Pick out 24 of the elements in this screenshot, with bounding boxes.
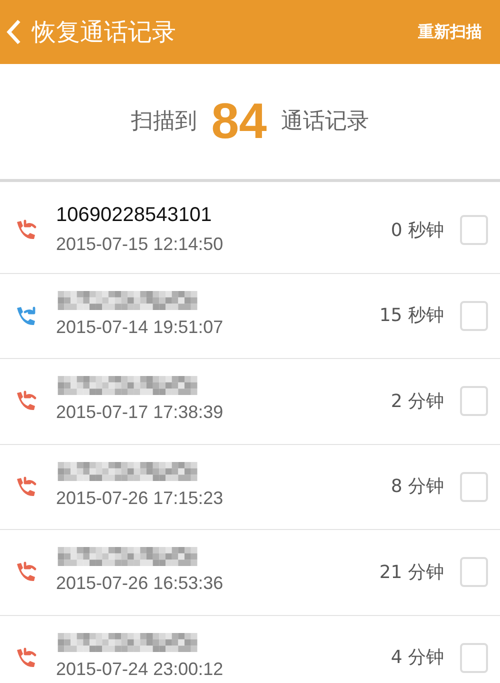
select-checkbox[interactable] — [460, 557, 488, 588]
call-duration: 8 分钟 — [390, 475, 444, 500]
call-time: 2015-07-17 17:38:39 — [56, 401, 224, 424]
summary-label: 通话记录 — [280, 108, 369, 136]
select-checkbox[interactable] — [460, 386, 488, 416]
phone-number: 10690228543101 — [56, 202, 213, 227]
select-checkbox[interactable] — [460, 642, 488, 673]
call-time: 2015-07-15 12:14:50 — [56, 232, 224, 256]
call-duration: 2 分钟 — [390, 390, 444, 414]
summary-label: 扫描到 — [131, 108, 198, 136]
call-duration: 21 分钟 — [379, 560, 444, 585]
select-checkbox[interactable] — [460, 472, 488, 502]
call-time: 2015-07-26 16:53:36 — [56, 572, 224, 596]
record-count: 84 — [211, 92, 267, 151]
call-time: 2015-07-14 19:51:07 — [56, 316, 224, 339]
call-duration: 4 分钟 — [390, 646, 444, 670]
call-duration: 15 秒钟 — [379, 304, 444, 328]
screen-title: 恢复通话记录 — [32, 17, 176, 48]
rescan-button[interactable]: 重新扫描 — [418, 20, 482, 44]
call-time: 2015-07-26 17:15:23 — [56, 486, 224, 510]
select-checkbox[interactable] — [460, 300, 488, 331]
call-duration: 0 秒钟 — [390, 218, 444, 243]
select-checkbox[interactable] — [460, 215, 488, 246]
call-time: 2015-07-24 23:00:12 — [56, 658, 224, 681]
